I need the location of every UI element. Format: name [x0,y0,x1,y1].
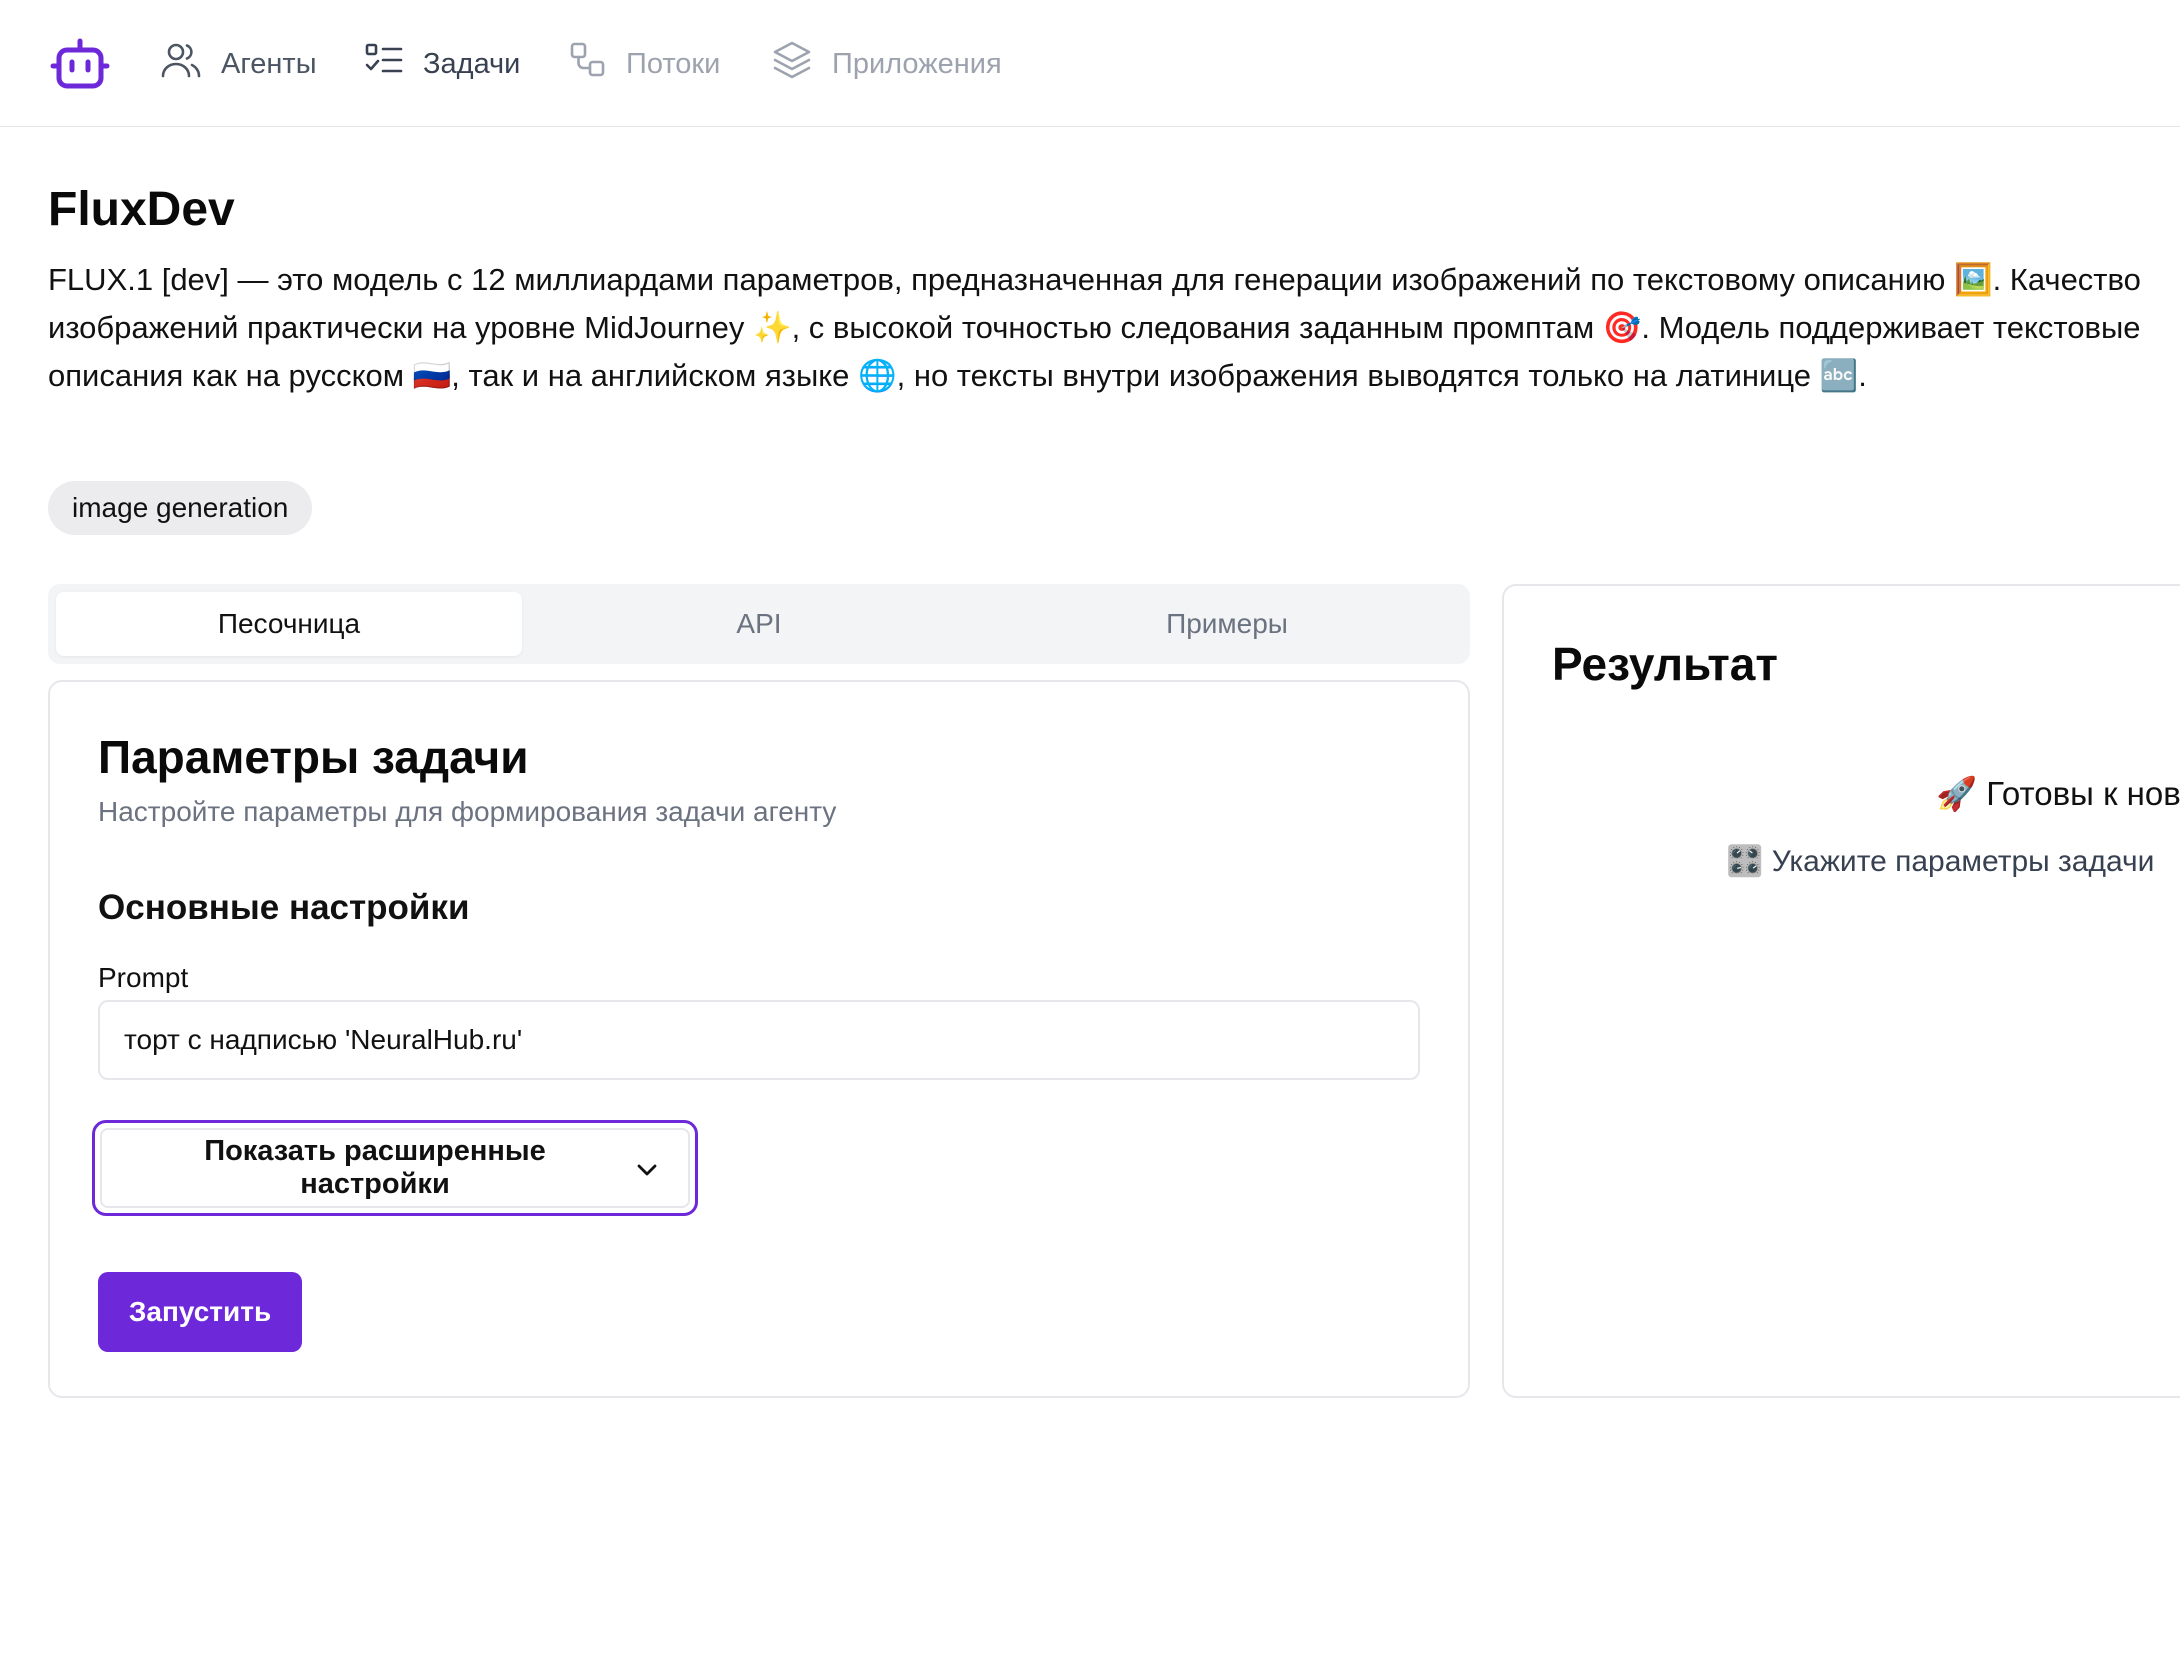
page-title: FluxDev [48,183,235,236]
nav-label: Приложения [832,47,1002,80]
tab-examples[interactable]: Примеры [994,592,1460,656]
tab-api[interactable]: API [526,592,992,656]
run-button[interactable]: Запустить [98,1272,302,1352]
nav-item-tasks[interactable]: Задачи [365,40,520,88]
section-title: Основные настройки [98,888,470,927]
tasks-list-icon [365,43,403,85]
prompt-input[interactable] [98,1000,1420,1080]
show-advanced-settings-button[interactable]: Показать расширенные настройки [100,1128,690,1208]
nav-label: Агенты [221,47,317,80]
nav-label: Потоки [626,47,721,80]
prompt-label: Prompt [98,962,189,993]
users-icon [161,41,201,87]
result-title: Результат [1552,638,1778,690]
top-navigation: Агенты Задачи Потоки Приложения [0,0,2180,127]
nav-label: Задачи [423,47,521,80]
tab-sandbox[interactable]: Песочница [56,592,522,656]
category-tag: image generation [48,481,313,535]
result-hint-message: 🎛️ Укажите параметры задачи [1726,845,2155,878]
advanced-settings-label: Показать расширенные настройки [204,1135,546,1200]
robot-icon[interactable] [50,38,110,90]
layers-icon [772,40,812,88]
nav-item-agents[interactable]: Агенты [161,40,317,88]
result-ready-message: 🚀 Готовы к нов [1936,775,2180,812]
mode-tabs: Песочница API Примеры [48,584,1470,664]
agent-description: FLUX.1 [dev] — это модель с 12 миллиарда… [48,262,2141,393]
card-subtitle: Настройте параметры для формирования зад… [98,796,837,827]
nav-item-flows[interactable]: Потоки [570,40,720,88]
card-title: Параметры задачи [98,731,529,783]
flows-icon [570,42,606,86]
result-card: Результат 🚀 Готовы к нов 🎛️ Укажите пара… [1502,584,2180,1398]
nav-item-apps[interactable]: Приложения [772,40,1002,88]
task-parameters-card: Параметры задачи Настройте параметры для… [48,680,1470,1398]
advanced-settings-focus-ring: Показать расширенные настройки [92,1120,698,1216]
chevron-down-icon [636,1152,658,1185]
